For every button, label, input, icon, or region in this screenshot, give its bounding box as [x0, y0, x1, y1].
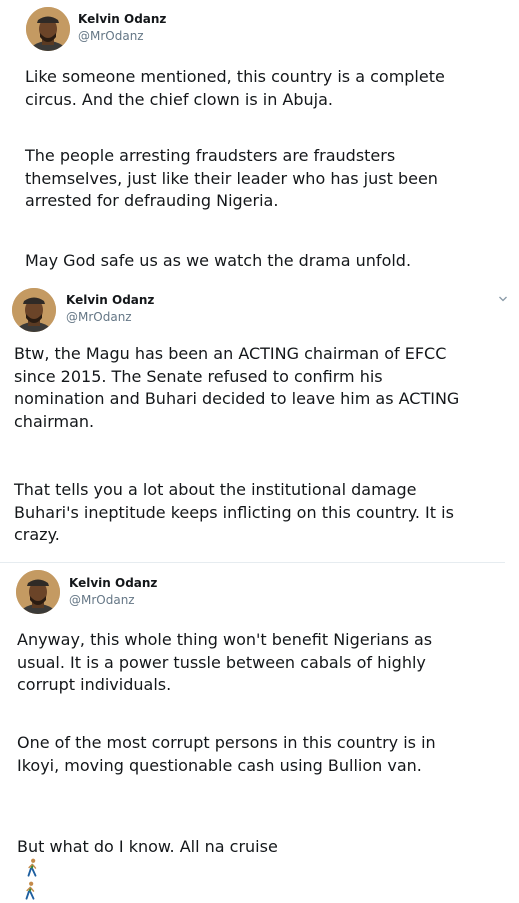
- tweet-paragraph: That tells you a lot about the instituti…: [14, 480, 454, 544]
- person-walking-icon: [23, 881, 37, 900]
- avatar[interactable]: [26, 7, 70, 51]
- author-name[interactable]: Kelvin Odanz: [69, 576, 157, 590]
- chevron-down-icon[interactable]: [498, 294, 508, 304]
- divider: [0, 562, 505, 563]
- avatar[interactable]: [12, 288, 56, 332]
- author-handle[interactable]: @MrOdanz: [69, 593, 135, 607]
- tweet-last-line: But what do I know. All na cruise: [17, 813, 278, 903]
- avatar-image: [26, 7, 70, 51]
- author-handle[interactable]: @MrOdanz: [66, 310, 132, 324]
- person-walking-icon: [25, 858, 39, 877]
- author-name[interactable]: Kelvin Odanz: [66, 293, 154, 307]
- avatar-image: [16, 570, 60, 614]
- tweet-1[interactable]: Kelvin Odanz @MrOdanz Like someone menti…: [0, 0, 519, 285]
- tweet-paragraph: Like someone mentioned, this country is …: [25, 67, 445, 109]
- tweet-2[interactable]: Kelvin Odanz @MrOdanz Btw, the Magu has …: [0, 286, 519, 558]
- avatar-image: [12, 288, 56, 332]
- author-handle[interactable]: @MrOdanz: [78, 29, 144, 43]
- tweet-paragraph: May God safe us as we watch the drama un…: [25, 251, 412, 270]
- tweet-paragraph: Anyway, this whole thing won't benefit N…: [17, 630, 433, 694]
- author-name[interactable]: Kelvin Odanz: [78, 12, 166, 26]
- tweet-paragraph: The people arresting fraudsters are frau…: [25, 146, 438, 210]
- tweet-paragraph: But what do I know. All na cruise: [17, 836, 278, 856]
- avatar[interactable]: [16, 570, 60, 614]
- tweet-paragraph: One of the most corrupt persons in this …: [17, 733, 436, 775]
- tweet-paragraph: Btw, the Magu has been an ACTING chairma…: [14, 344, 460, 431]
- tweet-3[interactable]: Kelvin Odanz @MrOdanz Anyway, this whole…: [0, 564, 519, 846]
